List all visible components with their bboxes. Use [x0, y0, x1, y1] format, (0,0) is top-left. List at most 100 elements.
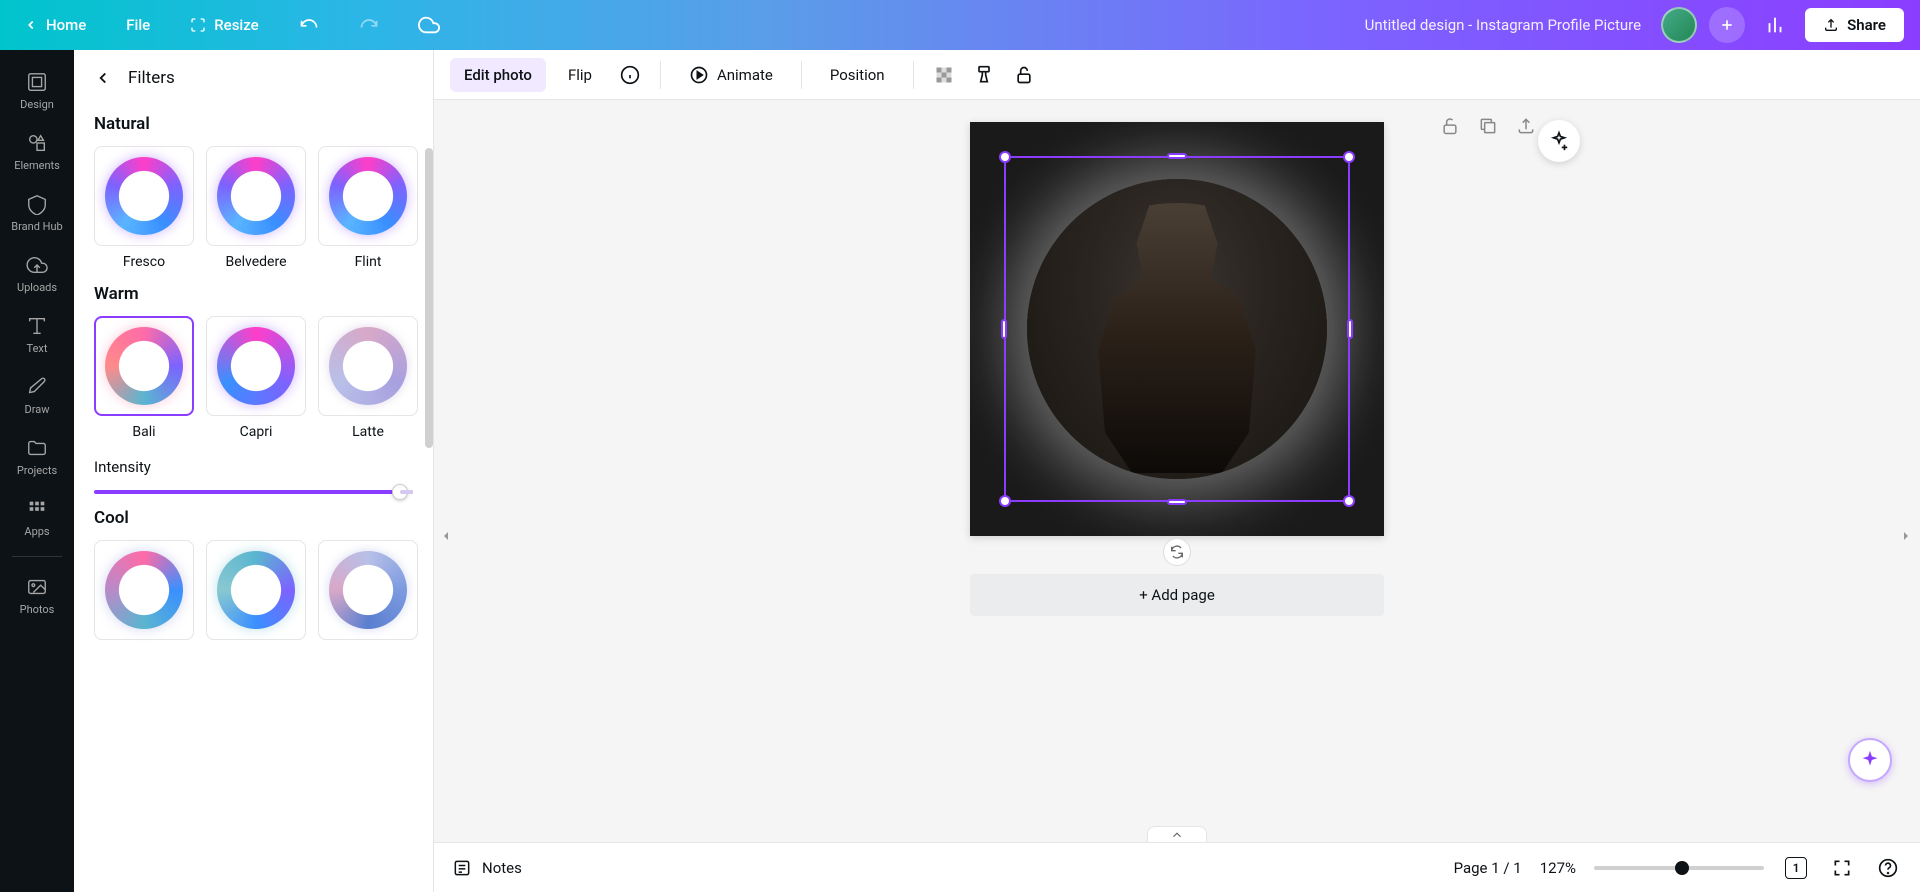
panel-title: Filters [128, 68, 175, 88]
copy-style-button[interactable] [968, 59, 1000, 91]
intensity-slider[interactable] [94, 490, 413, 494]
rail-photos[interactable]: Photos [0, 565, 74, 626]
handle-top-left[interactable] [999, 151, 1011, 163]
separator [660, 61, 661, 89]
grid-view-button[interactable]: 1 [1782, 854, 1810, 882]
add-page-button[interactable]: + Add page [970, 574, 1384, 616]
rail-brandhub[interactable]: Brand Hub [0, 182, 74, 243]
upload-icon [1823, 17, 1839, 33]
filter-belvedere[interactable]: Belvedere [206, 146, 306, 270]
filter-cool-3[interactable] [318, 540, 418, 640]
unlock-icon [1440, 116, 1460, 136]
scroll-right[interactable] [1900, 530, 1914, 544]
caret-left-icon [440, 530, 452, 542]
share-button[interactable]: Share [1805, 8, 1904, 42]
flip-button[interactable]: Flip [554, 58, 606, 92]
fullscreen-icon [1832, 858, 1852, 878]
filter-fresco[interactable]: Fresco [94, 146, 194, 270]
handle-top[interactable] [1167, 153, 1187, 159]
add-member-button[interactable] [1709, 7, 1745, 43]
undo-button[interactable] [291, 7, 327, 43]
fullscreen-button[interactable] [1828, 854, 1856, 882]
help-icon [1878, 858, 1898, 878]
edit-photo-button[interactable]: Edit photo [450, 58, 546, 92]
rail-design[interactable]: Design [0, 60, 74, 121]
insights-button[interactable] [1757, 7, 1793, 43]
filter-cool-1[interactable] [94, 540, 194, 640]
selection-box[interactable] [1004, 156, 1350, 502]
design-icon [26, 71, 48, 93]
rail-projects[interactable]: Projects [0, 426, 74, 487]
elements-icon [26, 132, 48, 154]
sparkle-icon [1859, 749, 1881, 771]
section-warm: Warm [94, 284, 413, 304]
info-icon [620, 65, 640, 85]
home-label: Home [46, 16, 86, 34]
filter-cool-2[interactable] [206, 540, 306, 640]
text-icon [26, 315, 48, 337]
magic-fab-button[interactable] [1848, 738, 1892, 782]
chevron-left-icon [24, 18, 38, 32]
canvas-page[interactable] [970, 122, 1384, 536]
slider-thumb[interactable] [392, 484, 408, 500]
filter-latte[interactable]: Latte [318, 316, 418, 440]
home-button[interactable]: Home [16, 10, 94, 40]
handle-top-right[interactable] [1343, 151, 1355, 163]
notes-icon [452, 858, 472, 878]
zoom-indicator[interactable]: 127% [1540, 859, 1576, 877]
position-button[interactable]: Position [816, 58, 899, 92]
handle-bottom-left[interactable] [999, 495, 1011, 507]
filter-flint[interactable]: Flint [318, 146, 418, 270]
info-button[interactable] [614, 59, 646, 91]
handle-left[interactable] [1001, 319, 1007, 339]
caret-right-icon [1900, 530, 1912, 542]
design-title[interactable]: Untitled design - Instagram Profile Pict… [1365, 16, 1641, 34]
page-duplicate-button[interactable] [1478, 116, 1502, 140]
resize-label: Resize [214, 16, 258, 34]
handle-bottom-right[interactable] [1343, 495, 1355, 507]
rail-apps[interactable]: Apps [0, 487, 74, 548]
expand-pages-button[interactable] [1147, 826, 1207, 842]
zoom-slider[interactable] [1594, 866, 1764, 870]
transparency-icon [934, 65, 954, 85]
redo-icon [359, 15, 379, 35]
rail-text[interactable]: Text [0, 304, 74, 365]
scroll-left[interactable] [440, 530, 454, 544]
notes-label: Notes [482, 859, 522, 877]
undo-icon [299, 15, 319, 35]
filter-bali[interactable]: Bali [94, 316, 194, 440]
lock-button[interactable] [1008, 59, 1040, 91]
panel-scrollbar[interactable] [425, 148, 433, 448]
projects-icon [26, 437, 48, 459]
magic-write-button[interactable] [1538, 120, 1580, 162]
help-button[interactable] [1874, 854, 1902, 882]
animate-icon [689, 65, 709, 85]
page-lock-button[interactable] [1440, 116, 1464, 140]
export-icon [1516, 116, 1536, 136]
brandhub-icon [26, 193, 48, 215]
animate-button[interactable]: Animate [675, 57, 787, 93]
rotate-icon [1169, 544, 1185, 560]
transparency-button[interactable] [928, 59, 960, 91]
cloud-sync-button[interactable] [411, 7, 447, 43]
redo-button[interactable] [351, 7, 387, 43]
page-export-button[interactable] [1516, 116, 1540, 140]
avatar[interactable] [1661, 7, 1697, 43]
rotate-button[interactable] [1163, 538, 1191, 566]
resize-button[interactable]: Resize [182, 10, 266, 40]
handle-right[interactable] [1347, 319, 1353, 339]
page-indicator[interactable]: Page 1 / 1 [1454, 859, 1522, 877]
rail-elements[interactable]: Elements [0, 121, 74, 182]
zoom-thumb[interactable] [1675, 861, 1689, 875]
cloud-icon [418, 14, 440, 36]
rail-uploads[interactable]: Uploads [0, 243, 74, 304]
handle-bottom[interactable] [1167, 499, 1187, 505]
chart-icon [1764, 14, 1786, 36]
rail-draw[interactable]: Draw [0, 365, 74, 426]
filter-capri[interactable]: Capri [206, 316, 306, 440]
notes-button[interactable]: Notes [452, 858, 522, 878]
file-menu[interactable]: File [118, 10, 158, 40]
grid-count: 1 [1785, 857, 1807, 879]
intensity-label: Intensity [94, 458, 413, 476]
back-button[interactable] [94, 69, 112, 87]
